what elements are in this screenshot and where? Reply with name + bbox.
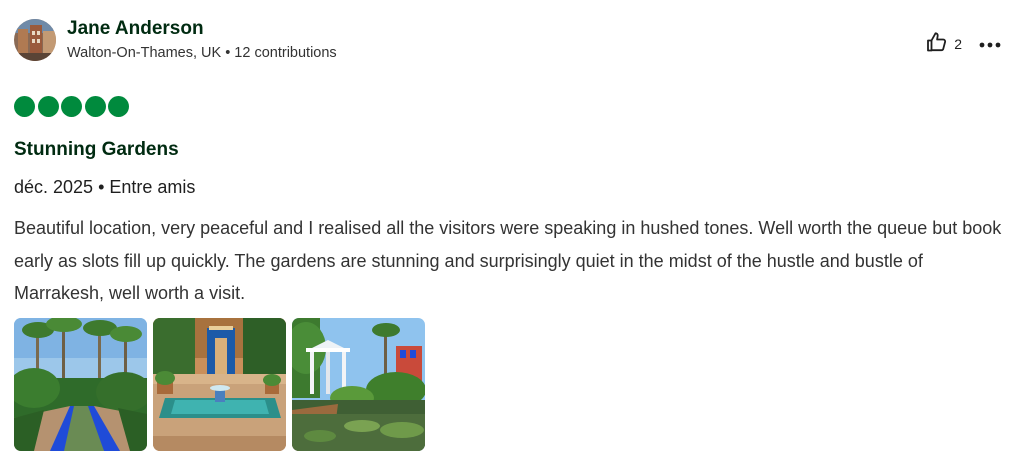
avatar[interactable] bbox=[14, 19, 56, 61]
rating-bubble-filled bbox=[61, 96, 82, 117]
rating-bubble-filled bbox=[37, 96, 59, 117]
bubble-rating bbox=[14, 96, 132, 117]
review-photo[interactable] bbox=[292, 318, 425, 451]
helpful-button[interactable]: 2 bbox=[925, 30, 962, 59]
more-options-button[interactable] bbox=[978, 32, 1002, 56]
review-actions: 2 bbox=[925, 30, 1002, 58]
review-body: Beautiful location, very peaceful and I … bbox=[14, 218, 1002, 303]
rating-bubble-filled bbox=[84, 96, 106, 117]
author-meta: Walton-On-Thames, UK • 12 contributions bbox=[67, 45, 337, 61]
more-options-icon bbox=[979, 35, 1001, 53]
author-info: Jane Anderson Walton-On-Thames, UK • 12 … bbox=[67, 18, 337, 62]
review-header: Jane Anderson Walton-On-Thames, UK • 12 … bbox=[14, 16, 337, 64]
review-photo[interactable] bbox=[153, 318, 286, 451]
helpful-count: 2 bbox=[954, 36, 962, 52]
review-card: Jane Anderson Walton-On-Thames, UK • 12 … bbox=[0, 0, 1024, 462]
review-photo[interactable] bbox=[14, 318, 147, 451]
rating-bubble-filled bbox=[14, 96, 35, 117]
thumbs-up-icon bbox=[925, 30, 949, 59]
review-photos bbox=[14, 318, 431, 451]
review-title[interactable]: Stunning Gardens bbox=[14, 139, 179, 161]
rating-bubble-filled bbox=[108, 96, 129, 117]
review-date-trip-type: déc. 2025 • Entre amis bbox=[14, 177, 196, 197]
author-name[interactable]: Jane Anderson bbox=[67, 18, 337, 40]
